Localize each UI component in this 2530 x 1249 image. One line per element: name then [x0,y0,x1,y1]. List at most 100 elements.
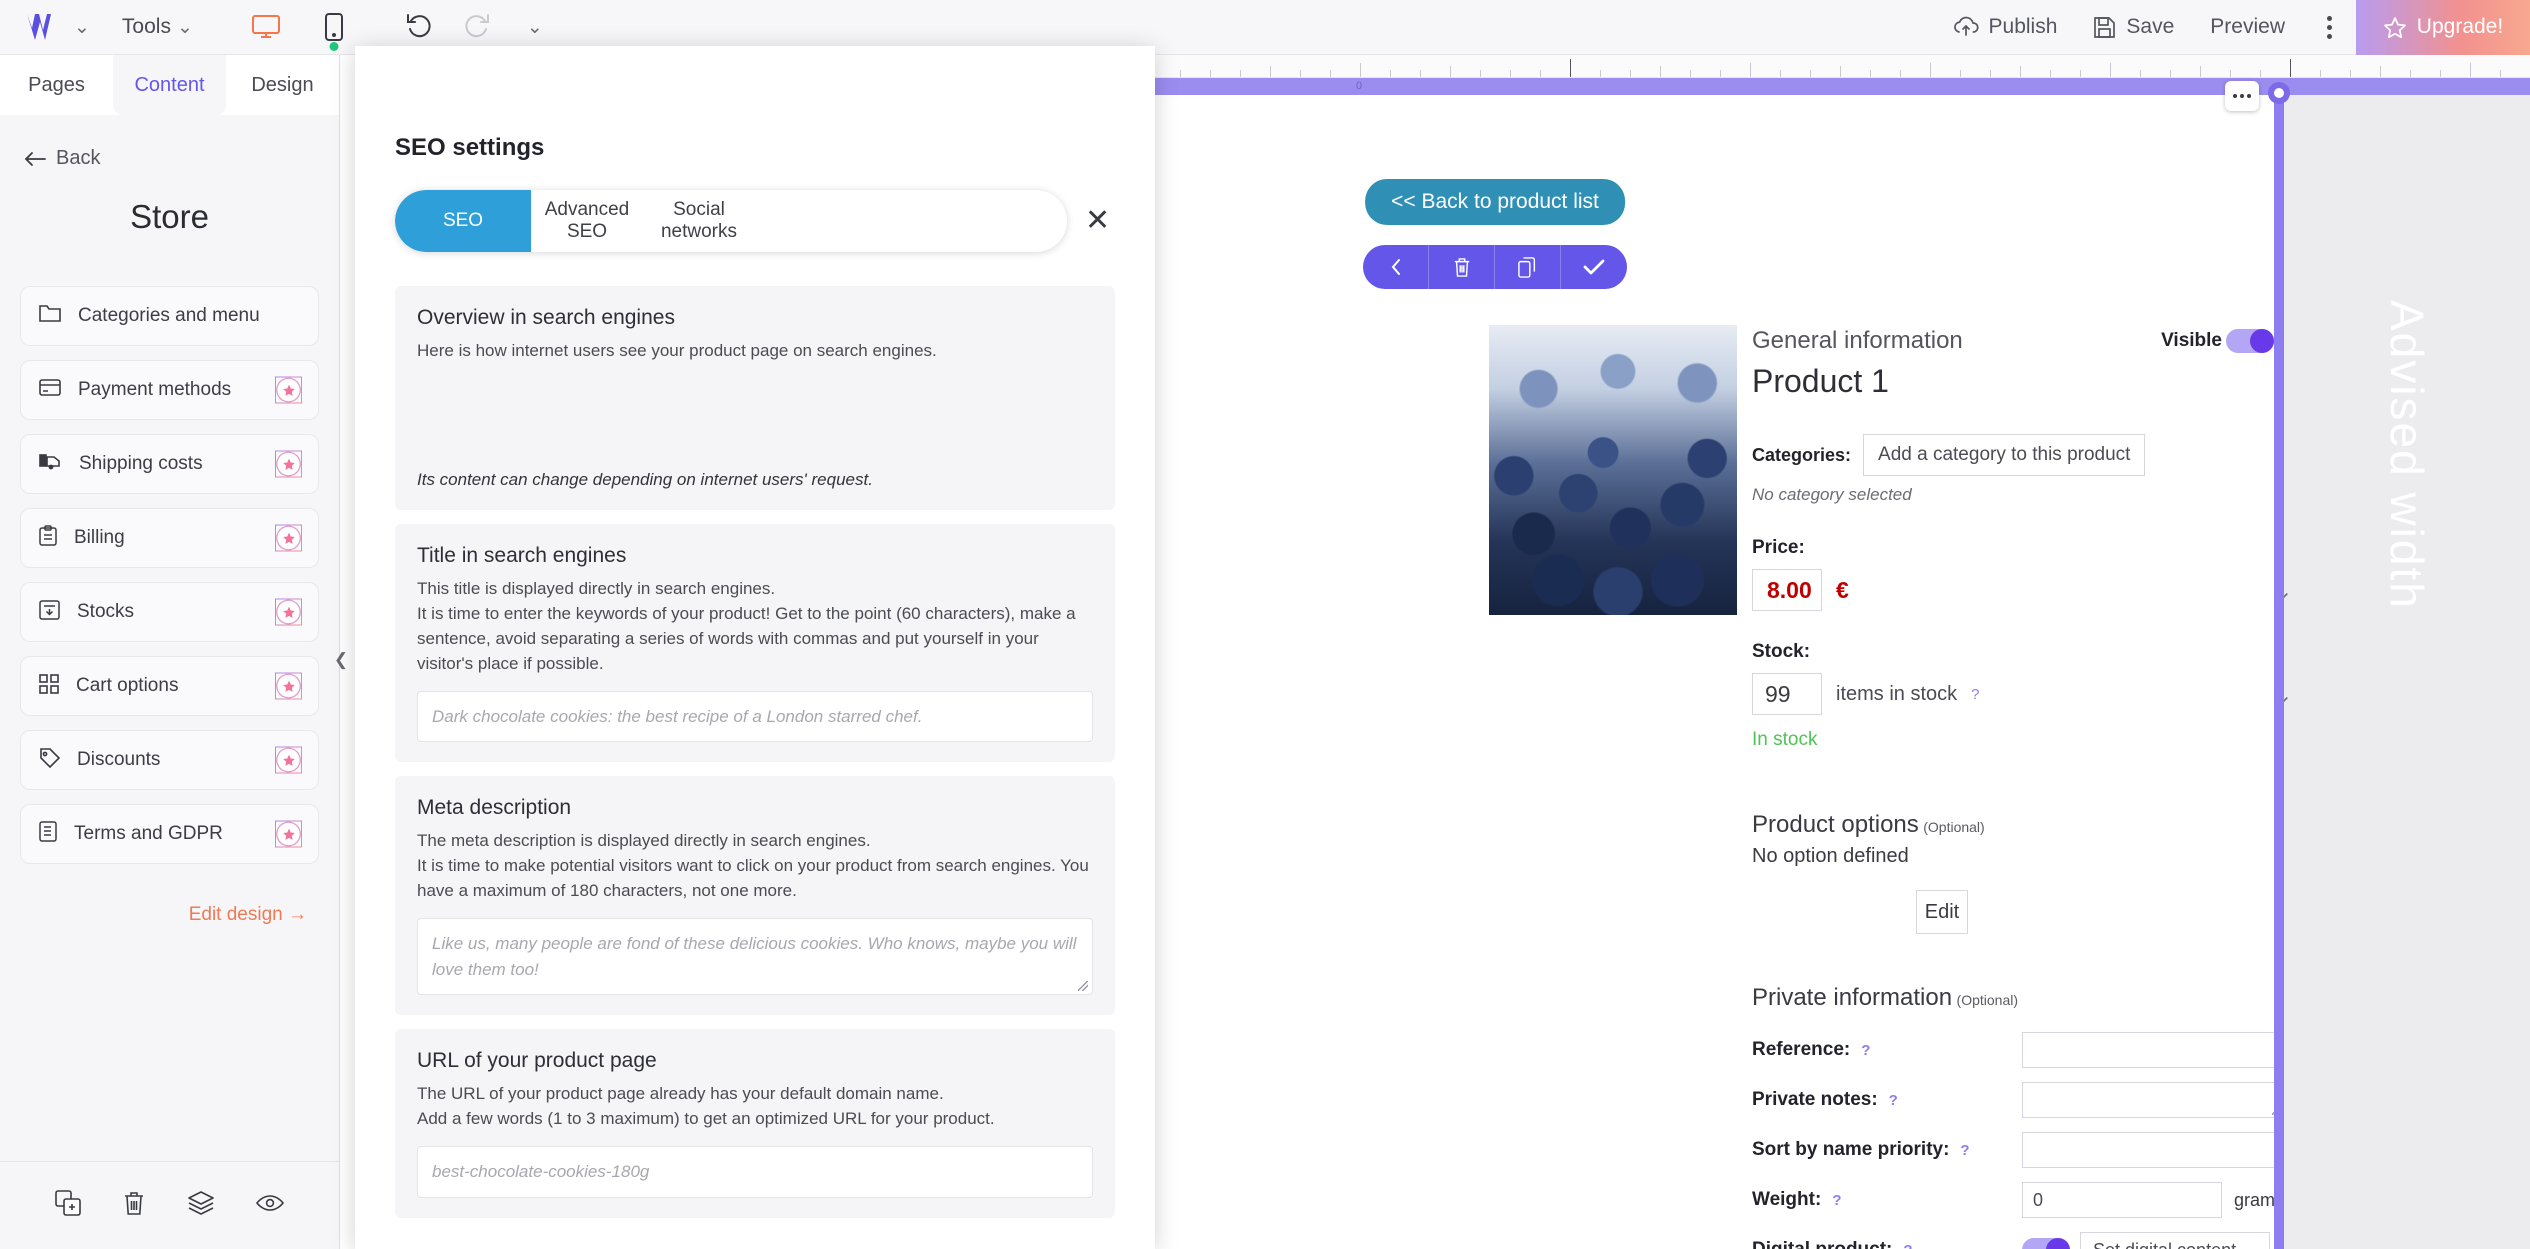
arrow-left-icon [24,151,46,166]
tab-seo[interactable]: SEO [395,190,531,252]
price-input[interactable]: 8.00 [1752,569,1822,611]
modal-tabs-pill: SEO Advanced SEO Social networks [395,190,1067,252]
collapse-sidebar-icon[interactable]: ❮ [333,645,349,675]
check-icon[interactable] [1561,245,1627,289]
sidebar-item-discounts[interactable]: Discounts [20,730,319,790]
sidebar-item-stocks[interactable]: Stocks [20,582,319,642]
private-information-block: Private information (Optional) Reference… [1752,984,2292,1249]
trash-icon[interactable] [123,1191,145,1221]
stock-status-badge: In stock [1752,729,1818,750]
top-actions: Publish Save Preview Upgrade! [1935,0,2530,55]
sidebar-item-categories-and-menu[interactable]: Categories and menu [20,286,319,346]
publish-label: Publish [1988,15,2058,38]
tab-social-networks[interactable]: Social networks [643,190,755,252]
sidebar-bottom-toolbar [0,1161,339,1249]
block-options-handle[interactable] [2225,81,2259,111]
sidebar-item-label: Categories and menu [78,305,260,326]
tab-design[interactable]: Design [226,55,339,115]
save-button[interactable]: Save [2075,15,2192,39]
logo-dropdown-chevron-icon[interactable]: ⌄ [68,18,96,37]
ruler-zero-label: 0 [1356,80,1363,92]
credit-card-icon [39,379,61,401]
private-notes-textarea[interactable] [2022,1082,2284,1118]
truck-icon [39,453,62,475]
meta-description-text: The meta description is displayed direct… [417,831,1089,901]
duplicate-icon[interactable] [55,1190,81,1221]
field-sort-priority: Sort by name priority: ? [1752,1132,2292,1168]
url-description: The URL of your product page already has… [417,1084,995,1129]
digital-product-toggle[interactable] [2022,1238,2070,1249]
edit-design-link[interactable]: Edit design → [0,904,307,926]
meta-description-textarea[interactable]: Like us, many people are fond of these d… [417,918,1093,996]
digital-product-help-icon[interactable]: ? [1903,1242,1912,1249]
product-name[interactable]: Product 1 [1752,363,2292,400]
sidebar-item-payment-methods[interactable]: Payment methods [20,360,319,420]
modal-tabs: SEO Advanced SEO Social networks ✕ [395,190,1155,252]
weight-input[interactable]: 0 [2022,1182,2222,1218]
premium-star-badge [275,746,302,774]
stock-input[interactable]: 99 [1752,673,1822,715]
back-to-product-list-button[interactable]: << Back to product list [1365,179,1625,225]
product-details-panel: Visible General information Product 1 Ca… [1752,327,2292,1249]
back-button[interactable]: Back [24,147,339,170]
layers-icon[interactable] [187,1191,214,1220]
tab-content[interactable]: Content [113,55,226,115]
mobile-view-icon[interactable] [315,8,353,51]
reference-help-icon[interactable]: ? [1861,1042,1870,1059]
preview-label: Preview [2210,15,2285,38]
chevron-left-icon[interactable] [1363,245,1429,289]
advised-width-label: Advised width [2381,300,2433,610]
seo-title-input[interactable]: Dark chocolate cookies: the best recipe … [417,690,1093,743]
edit-options-button[interactable]: Edit [1916,890,1968,934]
weight-help-icon[interactable]: ? [1832,1192,1841,1209]
more-options-icon[interactable] [2303,15,2356,39]
history-chevron-down-icon[interactable]: ⌄ [521,18,549,37]
preview-button[interactable]: Preview [2192,15,2303,39]
modal-title: SEO settings [395,134,545,161]
visible-toggle[interactable] [2226,329,2274,353]
desktop-view-icon[interactable] [247,8,285,46]
add-category-button[interactable]: Add a category to this product [1863,434,2146,476]
tools-chevron-down-icon[interactable]: ⌄ [171,18,199,37]
stock-help-icon[interactable]: ? [1971,686,1979,703]
sidebar-item-billing[interactable]: Billing [20,508,319,568]
undo-icon[interactable] [405,12,433,43]
eye-icon[interactable] [255,1193,284,1218]
tools-menu[interactable]: Tools ⌄ [122,15,199,39]
url-card: URL of your product page The URL of your… [395,1029,1115,1218]
url-slug-input[interactable]: best-chocolate-cookies-180g [417,1146,1093,1198]
reference-input[interactable] [2022,1032,2284,1068]
upgrade-button[interactable]: Upgrade! [2356,0,2530,55]
sidebar-item-label: Payment methods [78,379,232,400]
trash-icon[interactable] [1429,245,1495,289]
block-toolbar [1363,245,1627,289]
categories-label: Categories: [1752,444,1852,465]
field-label: Sort by name priority: ? [1752,1139,1970,1160]
product-options-optional: (Optional) [1923,819,1985,835]
sidebar-item-terms-and-gdpr[interactable]: Terms and GDPR [20,804,319,864]
inbox-icon [39,599,60,625]
sidebar-item-shipping-costs[interactable]: Shipping costs [20,434,319,494]
private-notes-help-icon[interactable]: ? [1889,1092,1898,1109]
horizontal-ruler[interactable] [1150,55,2530,78]
set-digital-content-button[interactable]: Set digital content [2080,1232,2270,1249]
duplicate-block-icon[interactable] [1495,245,1561,289]
no-category-text: No category selected [1752,485,1912,504]
sidebar-tabs: Pages Content Design [0,55,339,115]
sort-priority-help-icon[interactable]: ? [1960,1142,1969,1159]
tab-pages[interactable]: Pages [0,55,113,115]
overview-preview-area [417,364,1093,470]
star-icon [2383,16,2406,38]
resize-handle[interactable] [2268,82,2290,104]
w-logo-icon[interactable] [22,10,68,44]
tab-advanced-seo[interactable]: Advanced SEO [531,190,643,252]
save-label: Save [2126,15,2175,38]
sidebar-item-label: Stocks [77,601,135,622]
publish-button[interactable]: Publish [1935,15,2076,39]
sidebar-item-cart-options[interactable]: Cart options [20,656,319,716]
redo-icon[interactable] [463,12,491,43]
close-icon[interactable]: ✕ [1085,206,1110,236]
sort-priority-input[interactable] [2022,1132,2284,1168]
tools-label: Tools [121,15,171,38]
product-options-title: Product options [1752,811,1919,838]
